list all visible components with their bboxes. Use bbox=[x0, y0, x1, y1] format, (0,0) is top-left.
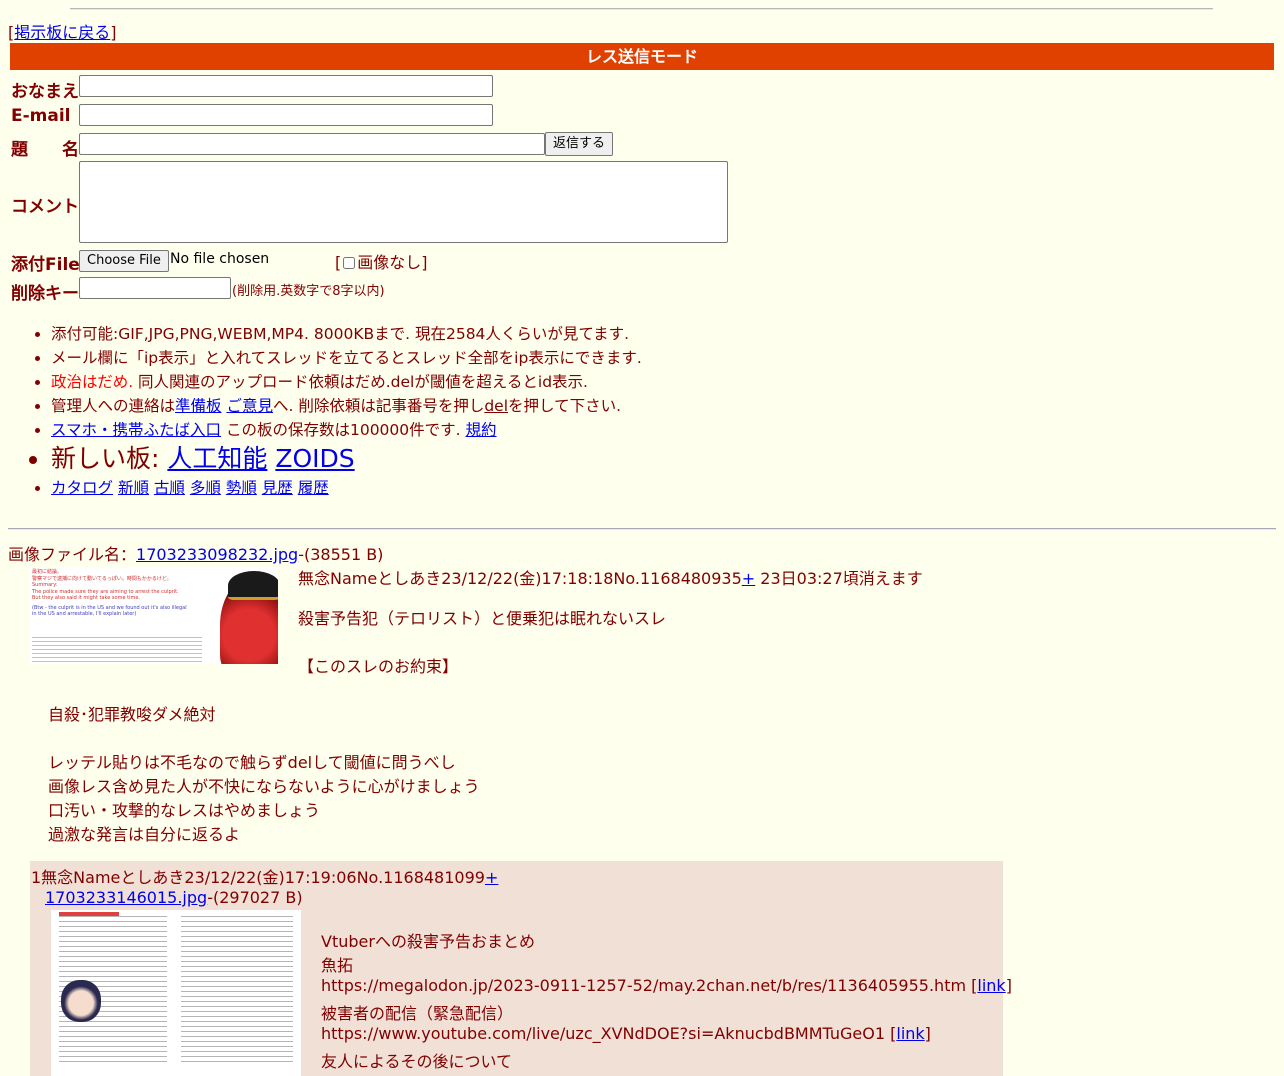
reply-1-link-2[interactable]: link bbox=[896, 1024, 924, 1043]
catalog-link[interactable]: カタログ bbox=[51, 479, 113, 497]
op-title: 殺害予告犯（テロリスト）と便乗犯は眠れないスレ bbox=[298, 609, 667, 628]
reply-1-line-4: 被害者の配信（緊急配信） bbox=[321, 1004, 514, 1023]
zoids-board-link[interactable]: ZOIDS bbox=[275, 444, 354, 473]
prep-board-link[interactable]: 準備板 bbox=[175, 397, 222, 415]
op-file-info: 画像ファイル名：1703233098232.jpg-(38551 B) bbox=[8, 545, 384, 564]
post-history-link[interactable]: 履歴 bbox=[298, 479, 329, 497]
back-to-board-link[interactable]: 掲示板に戻る bbox=[14, 23, 110, 42]
delete-key-input[interactable] bbox=[79, 277, 231, 299]
subject-input[interactable] bbox=[79, 133, 545, 155]
thread-divider bbox=[8, 528, 1276, 530]
email-input[interactable] bbox=[79, 104, 493, 126]
name-label: おなまえ bbox=[11, 82, 79, 102]
note-rules: 政治はだめ. 同人関連のアップロード依頼はだめ.delが閾値を超えるとid表示. bbox=[51, 370, 642, 394]
board-notes: 添付可能:GIF,JPG,PNG,WEBM,MP4. 8000KBまで. 現在2… bbox=[20, 322, 642, 500]
op-rule-5: 過激な発言は自分に返るよ bbox=[48, 825, 241, 844]
reply-1-header: 1無念Nameとしあき23/12/22(金)17:19:06No.1168481… bbox=[31, 868, 499, 887]
no-image-option: [画像なし] bbox=[335, 253, 428, 272]
choose-file-button[interactable]: Choose File bbox=[79, 250, 169, 272]
reply-1-thumb-avatar bbox=[61, 980, 101, 1022]
sort-many-link[interactable]: 多順 bbox=[190, 479, 221, 497]
reply-1-thumb-right-column bbox=[181, 916, 293, 1066]
reply-1-thumbnail[interactable] bbox=[51, 910, 301, 1076]
subject-label: 題 名 bbox=[11, 140, 79, 160]
delete-key-label: 削除キー bbox=[11, 284, 79, 304]
op-thumbnail[interactable]: 最初に結論。 警察マジで逮捕に向けて動いてるっぽい。時間もかかるけど。 Summ… bbox=[30, 567, 278, 664]
name-input[interactable] bbox=[79, 75, 493, 97]
op-file-link[interactable]: 1703233098232.jpg bbox=[136, 545, 298, 564]
comment-label: コメント bbox=[11, 197, 79, 217]
op-header: 無念Nameとしあき23/12/22(金)17:18:18No.11684809… bbox=[298, 569, 923, 588]
op-plus-link[interactable]: + bbox=[742, 569, 755, 588]
op-rule-2: レッテル貼りは不毛なので触らずdelして閾値に問うべし bbox=[48, 753, 456, 772]
file-status: No file chosen bbox=[170, 251, 270, 267]
top-divider bbox=[70, 8, 1213, 10]
op-thumb-text: 最初に結論。 警察マジで逮捕に向けて動いてるっぽい。時間もかかるけど。 Summ… bbox=[32, 569, 187, 617]
note-attachments: 添付可能:GIF,JPG,PNG,WEBM,MP4. 8000KBまで. 現在2… bbox=[51, 322, 642, 346]
delete-key-note: (削除用.英数字で8字以内) bbox=[232, 284, 385, 299]
note-contact: 管理人への連絡は準備板 ご意見へ. 削除依頼は記事番号を押しdelを押して下さい… bbox=[51, 394, 642, 418]
op-rule-3: 画像レス含め見た人が不快にならないように心がけましょう bbox=[48, 777, 480, 796]
op-rules-heading: 【このスレのお約束】 bbox=[298, 657, 459, 676]
note-ip-display: メール欄に「ip表示」と入れてスレッドを立てるとスレッド全部をip表示にできます… bbox=[51, 346, 642, 370]
mobile-entrance-link[interactable]: スマホ・携帯ふたば入口 bbox=[51, 421, 221, 439]
file-label: 添付File bbox=[11, 255, 80, 275]
note-new-boards: 新しい板: 人工知能 ZOIDS bbox=[51, 442, 642, 476]
sort-old-link[interactable]: 古順 bbox=[154, 479, 185, 497]
feedback-link[interactable]: ご意見 bbox=[226, 397, 273, 415]
reply-1-plus-link[interactable]: + bbox=[485, 868, 498, 887]
reply-post-1: 1無念Nameとしあき23/12/22(金)17:19:06No.1168481… bbox=[30, 861, 1012, 1076]
reply-1-line-5: https://www.youtube.com/live/uzc_XVNdDOE… bbox=[321, 1024, 931, 1043]
submit-reply-button[interactable]: 返信する bbox=[545, 132, 614, 156]
sort-new-link[interactable]: 新順 bbox=[118, 479, 149, 497]
del-text: del bbox=[484, 397, 509, 415]
reply-1-line-1: Vtuberへの殺害予告おまとめ bbox=[321, 932, 535, 951]
email-label: E-mail bbox=[11, 106, 71, 126]
view-history-link[interactable]: 見歴 bbox=[262, 479, 293, 497]
ai-board-link[interactable]: 人工知能 bbox=[167, 444, 267, 473]
op-thumb-hat bbox=[228, 571, 278, 600]
reply-1-line-3: https://megalodon.jp/2023-0911-1257-52/m… bbox=[321, 976, 1012, 995]
reply-1-thumb-red-heading bbox=[59, 912, 119, 916]
op-thumb-lines bbox=[32, 637, 202, 662]
note-mobile: スマホ・携帯ふたば入口 この板の保存数は100000件です. 規約 bbox=[51, 418, 642, 442]
terms-link[interactable]: 規約 bbox=[466, 421, 497, 439]
reply-1-link-1[interactable]: link bbox=[977, 976, 1005, 995]
op-rule-4: 口汚い・攻撃的なレスはやめましょう bbox=[48, 801, 321, 820]
reply-1-line-6: 友人によるその後について bbox=[321, 1052, 513, 1071]
back-nav: [掲示板に戻る] bbox=[8, 23, 117, 42]
op-rule-1: 自殺･犯罪教唆ダメ絶対 bbox=[48, 705, 216, 724]
note-catalog-links: カタログ 新順 古順 多順 勢順 見歴 履歴 bbox=[51, 476, 642, 500]
comment-textarea[interactable] bbox=[79, 161, 728, 243]
no-image-checkbox[interactable] bbox=[343, 257, 356, 269]
reply-1-line-2: 魚拓 bbox=[321, 956, 354, 975]
reply-1-file-link[interactable]: 1703233146015.jpg bbox=[45, 888, 207, 907]
reply-mode-bar: レス送信モード bbox=[10, 43, 1274, 70]
reply-1-file-info: 1703233146015.jpg-(297027 B) bbox=[45, 888, 303, 907]
sort-momentum-link[interactable]: 勢順 bbox=[226, 479, 257, 497]
